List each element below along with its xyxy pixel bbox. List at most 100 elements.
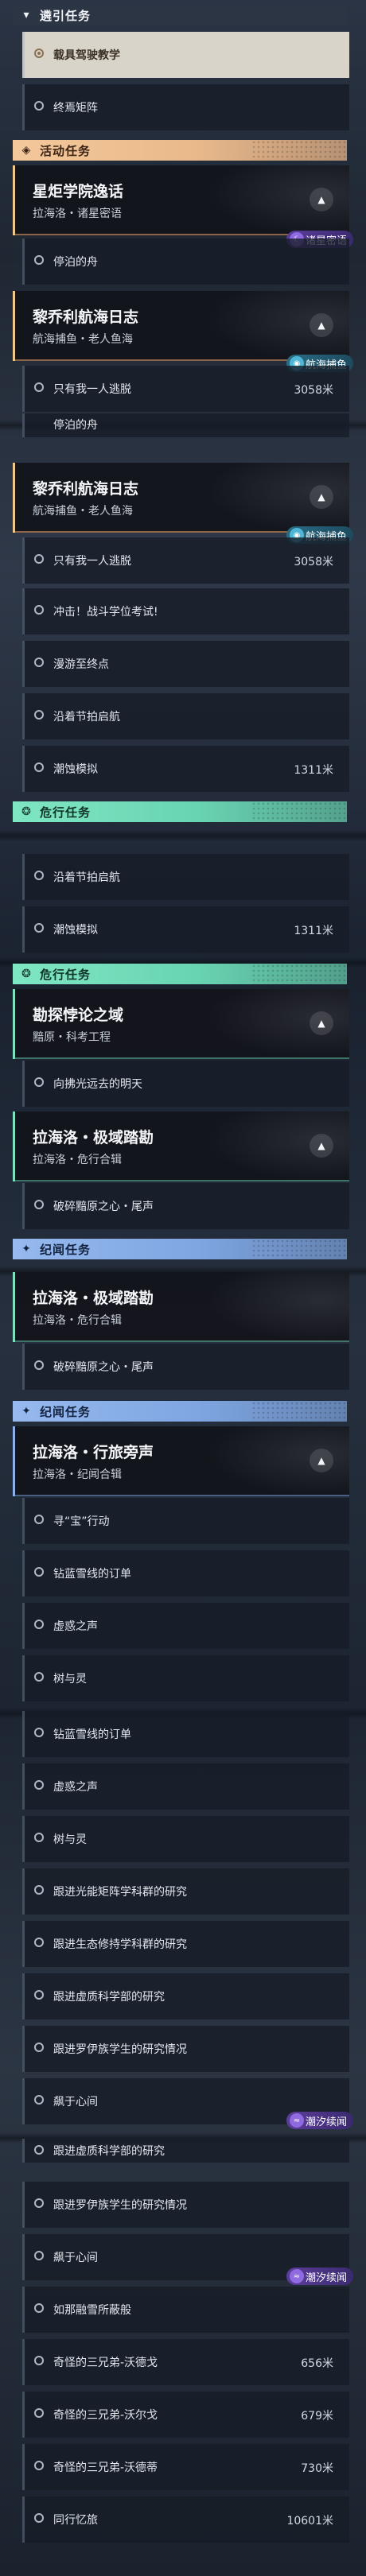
chevron-up-icon[interactable]: ▲ bbox=[310, 188, 333, 211]
quest-card-rahailo-danger[interactable]: 拉海洛・极域踏勘 拉海洛・危行合辑 ▲ bbox=[13, 1111, 349, 1181]
radio-icon bbox=[34, 1620, 44, 1629]
task-label: 潮蚀模拟 bbox=[53, 924, 98, 937]
quest-card-lichy[interactable]: 黎乔利航海日志 航海捕鱼・老人鱼海 ▲ bbox=[13, 291, 349, 361]
task-label: 只有我一人逃脱 bbox=[53, 383, 131, 396]
task-label: 钻蓝雪线的订单 bbox=[53, 1568, 131, 1581]
radio-icon bbox=[34, 871, 44, 880]
task-item[interactable]: 虚惑之声 bbox=[22, 1763, 349, 1810]
category-event-header[interactable]: ◈ 活动任务 bbox=[13, 140, 347, 161]
task-item[interactable]: 钻蓝雪线的订单 bbox=[22, 1711, 349, 1757]
task-item[interactable]: 寻“宝”行动 bbox=[22, 1498, 349, 1544]
task-item[interactable]: 树与灵 bbox=[22, 1655, 349, 1701]
task-item-partial[interactable]: 跟进虚质科学部的研究 bbox=[22, 2139, 349, 2163]
task-item[interactable]: 同行忆旅 10601米 bbox=[22, 2496, 349, 2543]
task-item[interactable]: 钻蓝雪线的订单 bbox=[22, 1550, 349, 1596]
task-item[interactable]: 跟进罗伊族学生的研究情况 bbox=[22, 2182, 349, 2228]
quest-card-lichy[interactable]: 黎乔利航海日志 航海捕鱼・老人鱼海 ▲ bbox=[13, 463, 349, 533]
category-danger-header[interactable]: ❂ 危行任务 bbox=[13, 964, 347, 984]
task-label: 虚惑之声 bbox=[53, 1781, 98, 1794]
task-item[interactable]: 跟进虚质科学部的研究 bbox=[22, 1973, 349, 2019]
quest-subtitle: 拉海洛・纪闻合辑 bbox=[33, 1468, 122, 1481]
quest-card-rahailo-danger[interactable]: 拉海洛・极域踏勘 拉海洛・危行合辑 bbox=[13, 1272, 349, 1342]
badge-label: 潮汐续闻 bbox=[305, 2271, 347, 2284]
task-label: 停泊的舟 bbox=[53, 419, 98, 432]
task-item[interactable]: 漫游至终点 bbox=[22, 641, 349, 687]
category-guide-header[interactable]: ▾ 遴引任务 bbox=[13, 5, 347, 25]
task-item-partial[interactable]: 停泊的舟 bbox=[22, 413, 349, 437]
badge-chaoxi: ≈ 潮汐续闻 bbox=[286, 2112, 353, 2129]
radio-icon bbox=[34, 255, 44, 265]
task-item[interactable]: 潮蚀模拟 1311米 bbox=[22, 746, 349, 792]
screenshot-seam bbox=[0, 830, 366, 841]
task-item[interactable]: 只有我一人逃脱 3058米 bbox=[22, 366, 349, 412]
task-item[interactable]: 停泊的舟 bbox=[22, 239, 349, 285]
chevron-up-icon[interactable]: ▲ bbox=[310, 313, 333, 337]
radio-icon bbox=[34, 1990, 44, 2000]
task-item[interactable]: 向拂光远去的明天 bbox=[22, 1061, 349, 1107]
category-danger-header[interactable]: ❂ 危行任务 bbox=[13, 801, 347, 822]
task-label: 漫游至终点 bbox=[53, 658, 109, 671]
radio-icon bbox=[34, 1885, 44, 1895]
quest-subtitle: 拉海洛・危行合辑 bbox=[33, 1314, 122, 1327]
task-distance: 730米 bbox=[301, 2462, 333, 2475]
task-distance: 656米 bbox=[301, 2357, 333, 2370]
radio-icon bbox=[34, 762, 44, 772]
task-item[interactable]: 树与灵 bbox=[22, 1816, 349, 1862]
radio-icon bbox=[34, 2303, 44, 2313]
quest-subtitle: 拉海洛・诸星密语 bbox=[33, 208, 122, 220]
task-item[interactable]: 破碎黯原之心・尾声 bbox=[22, 1183, 349, 1229]
badge-label: 潮汐续闻 bbox=[305, 2116, 347, 2128]
task-item[interactable]: 破碎黯原之心・尾声 bbox=[22, 1344, 349, 1390]
category-title: 危行任务 bbox=[40, 967, 92, 982]
radio-icon bbox=[34, 710, 44, 720]
quest-card-explore[interactable]: 勘探悖论之域 黯原・科考工程 ▲ bbox=[13, 989, 349, 1059]
task-item[interactable]: 虚惑之声 bbox=[22, 1603, 349, 1649]
task-label: 树与灵 bbox=[53, 1833, 87, 1846]
header-pattern bbox=[251, 1239, 347, 1259]
task-item[interactable]: 跟进罗伊族学生的研究情况 bbox=[22, 2026, 349, 2072]
chevron-up-icon[interactable]: ▲ bbox=[310, 1011, 333, 1035]
radio-icon bbox=[34, 554, 44, 564]
task-label: 同行忆旅 bbox=[53, 2514, 98, 2527]
task-label: 只有我一人逃脱 bbox=[53, 555, 131, 568]
radio-icon bbox=[34, 101, 44, 111]
task-item[interactable]: 奇怪的三兄弟-沃德蒂 730米 bbox=[22, 2444, 349, 2490]
task-label: 飙于心间 bbox=[53, 2096, 98, 2109]
quest-card-rahailo-epic[interactable]: 拉海洛・行旅旁声 拉海洛・纪闻合辑 ▲ bbox=[13, 1426, 349, 1496]
quest-subtitle: 拉海洛・危行合辑 bbox=[33, 1154, 122, 1166]
task-label: 跟进罗伊族学生的研究情况 bbox=[53, 2199, 187, 2212]
task-item[interactable]: 载具驾驶教学 bbox=[22, 32, 349, 78]
task-label: 终焉矩阵 bbox=[53, 102, 98, 114]
task-item[interactable]: 跟进光能矩阵学科群的研究 bbox=[22, 1868, 349, 1915]
radio-icon bbox=[34, 1515, 44, 1524]
radio-icon bbox=[34, 2198, 44, 2208]
task-item[interactable]: 潮蚀模拟 1311米 bbox=[22, 906, 349, 952]
task-item[interactable]: 冲击！战斗学位考试! bbox=[22, 588, 349, 634]
chevron-up-icon[interactable]: ▲ bbox=[310, 485, 333, 509]
chevron-up-icon[interactable]: ▲ bbox=[310, 1134, 333, 1158]
radio-icon bbox=[34, 1077, 44, 1087]
quest-title: 拉海洛・极域踏勘 bbox=[33, 1129, 154, 1146]
radio-icon bbox=[34, 605, 44, 615]
task-item[interactable]: 只有我一人逃脱 3058米 bbox=[22, 537, 349, 584]
quest-subtitle: 航海捕鱼・老人鱼海 bbox=[33, 333, 133, 346]
task-item[interactable]: 沿着节拍启航 bbox=[22, 693, 349, 739]
radio-icon bbox=[34, 1567, 44, 1577]
radio-icon bbox=[34, 2408, 44, 2418]
chevron-up-icon[interactable]: ▲ bbox=[310, 1449, 333, 1472]
task-item[interactable]: 终焉矩阵 bbox=[22, 84, 349, 130]
quest-log-scroll[interactable]: ▾ 遴引任务 载具驾驶教学 终焉矩阵 ◈ 活动任务 星炬学院逸话 拉海洛・诸星密… bbox=[0, 0, 366, 2576]
task-item[interactable]: 如那融雪所蔽般 bbox=[22, 2287, 349, 2333]
quest-title: 星炬学院逸话 bbox=[33, 183, 124, 200]
category-epic-header[interactable]: ✦ 纪闻任务 bbox=[13, 1401, 347, 1422]
task-distance: 1311米 bbox=[294, 925, 333, 937]
category-epic-header[interactable]: ✦ 纪闻任务 bbox=[13, 1239, 347, 1259]
task-item[interactable]: 奇怪的三兄弟-沃尔戈 679米 bbox=[22, 2392, 349, 2438]
quest-card-starrail[interactable]: 星炬学院逸话 拉海洛・诸星密语 ▲ bbox=[13, 165, 349, 235]
category-title: 危行任务 bbox=[40, 805, 92, 820]
task-item[interactable]: 跟进生态修持学科群的研究 bbox=[22, 1921, 349, 1967]
task-label: 如那融雪所蔽般 bbox=[53, 2304, 131, 2317]
task-item[interactable]: 沿着节拍启航 bbox=[22, 854, 349, 900]
task-item[interactable]: 奇怪的三兄弟-沃德戈 656米 bbox=[22, 2339, 349, 2385]
radio-icon bbox=[34, 1780, 44, 1790]
